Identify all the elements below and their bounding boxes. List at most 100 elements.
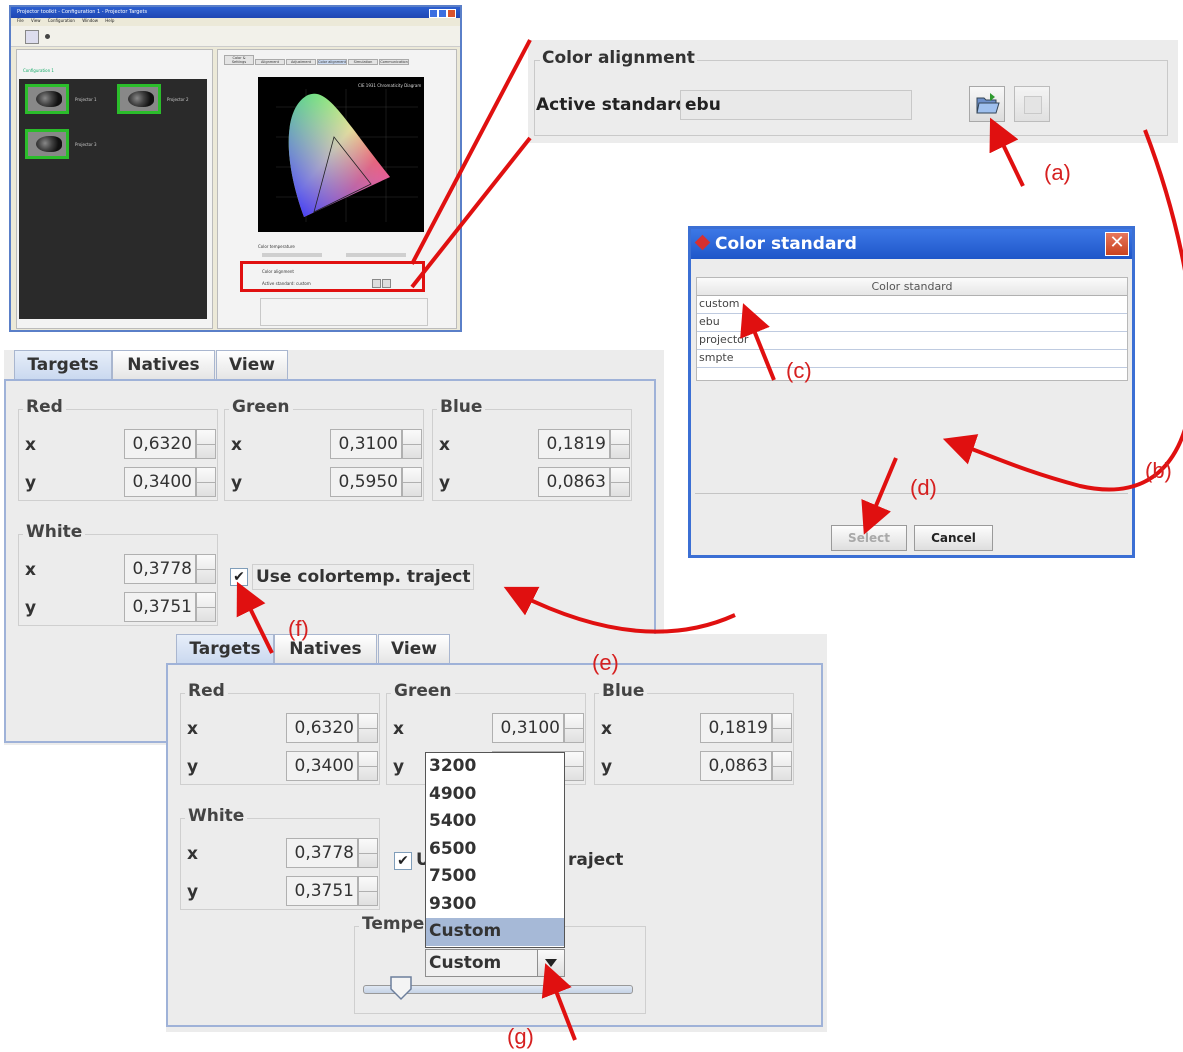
spinner-arrows-icon[interactable] <box>402 467 422 497</box>
green-x-field[interactable]: 0,3100 <box>492 713 564 743</box>
mini-control[interactable] <box>262 253 322 257</box>
chevron-down-icon[interactable] <box>537 950 564 976</box>
white-x-field[interactable]: 0,3778 <box>286 838 358 868</box>
spinner-arrows-icon[interactable] <box>402 429 422 459</box>
mini-control[interactable] <box>346 253 406 257</box>
tab-targets[interactable]: Targets <box>176 634 274 664</box>
dropdown-option[interactable]: 6500 <box>426 836 564 864</box>
red-x-spinner[interactable]: 0,6320 <box>286 713 380 743</box>
red-x-spinner[interactable]: 0,6320 <box>124 429 218 459</box>
mini-tab[interactable]: Adjustment <box>286 59 316 65</box>
x-label: x <box>393 719 404 739</box>
temperature-combobox[interactable]: Custom <box>425 949 565 977</box>
menu-window[interactable]: Window <box>82 18 98 23</box>
green-y-spinner[interactable]: 0,5950 <box>330 467 424 497</box>
mini-tab[interactable]: Communication <box>379 59 409 65</box>
close-icon[interactable]: ✕ <box>1105 232 1129 256</box>
active-standard-label: Active standard: <box>536 95 695 115</box>
tab-natives[interactable]: Natives <box>112 350 215 380</box>
spinner-arrows-icon[interactable] <box>564 751 584 781</box>
mini-tab[interactable]: Color & Settings <box>224 55 254 65</box>
spinner-arrows-icon[interactable] <box>196 467 216 497</box>
blue-y-spinner[interactable]: 0,0863 <box>700 751 794 781</box>
projector-thumb[interactable] <box>25 84 69 114</box>
spinner-arrows-icon[interactable] <box>196 429 216 459</box>
blue-x-field[interactable]: 0,1819 <box>700 713 772 743</box>
spinner-arrows-icon[interactable] <box>358 751 378 781</box>
white-x-field[interactable]: 0,3778 <box>124 554 196 584</box>
red-y-spinner[interactable]: 0,3400 <box>286 751 380 781</box>
maximize-icon[interactable] <box>438 9 447 18</box>
use-colortemp-checkbox[interactable]: ✔ <box>394 852 412 870</box>
spinner-arrows-icon[interactable] <box>772 713 792 743</box>
menu-configuration[interactable]: Configuration <box>48 18 75 23</box>
table-row[interactable]: ebu <box>697 314 1127 332</box>
use-colortemp-checkbox[interactable]: ✔ <box>230 568 248 586</box>
tab-targets[interactable]: Targets <box>14 350 112 380</box>
white-y-field[interactable]: 0,3751 <box>286 876 358 906</box>
minimize-icon[interactable] <box>429 9 438 18</box>
mini-tab[interactable]: Alignment <box>255 59 285 65</box>
annotation-label-e: (e) <box>592 650 619 675</box>
blue-y-spinner[interactable]: 0,0863 <box>538 467 632 497</box>
select-button[interactable]: Select <box>831 525 907 551</box>
dropdown-option[interactable]: 4900 <box>426 781 564 809</box>
white-x-spinner[interactable]: 0,3778 <box>124 554 218 584</box>
white-y-field[interactable]: 0,3751 <box>124 592 196 622</box>
green-y-field[interactable]: 0,5950 <box>330 467 402 497</box>
dropdown-option[interactable]: 9300 <box>426 891 564 919</box>
tab-view[interactable]: View <box>378 634 450 664</box>
dropdown-option[interactable]: 7500 <box>426 863 564 891</box>
table-row[interactable]: smpte <box>697 350 1127 368</box>
spinner-arrows-icon[interactable] <box>196 554 216 584</box>
mini-tab[interactable]: Color alignment <box>317 59 347 65</box>
table-row[interactable]: custom <box>697 296 1127 314</box>
cancel-button[interactable]: Cancel <box>914 525 993 551</box>
projector-thumb[interactable] <box>25 129 69 159</box>
blue-x-spinner[interactable]: 0,1819 <box>538 429 632 459</box>
green-x-spinner[interactable]: 0,3100 <box>492 713 586 743</box>
red-y-field[interactable]: 0,3400 <box>124 467 196 497</box>
menu-view[interactable]: View <box>31 18 41 23</box>
dropdown-option[interactable]: 5400 <box>426 808 564 836</box>
spinner-arrows-icon[interactable] <box>196 592 216 622</box>
open-standard-button[interactable] <box>969 86 1005 122</box>
projector-thumb[interactable] <box>117 84 161 114</box>
green-x-field[interactable]: 0,3100 <box>330 429 402 459</box>
color-standard-dialog: Color standard ✕ Color standard custom e… <box>688 226 1135 558</box>
tab-view[interactable]: View <box>216 350 288 380</box>
mini-tab[interactable]: Simulation <box>348 59 378 65</box>
green-x-spinner[interactable]: 0,3100 <box>330 429 424 459</box>
close-icon[interactable] <box>447 9 456 18</box>
apply-standard-button[interactable] <box>1014 86 1050 122</box>
dropdown-option[interactable]: 3200 <box>426 753 564 781</box>
dropdown-option-selected[interactable]: Custom <box>426 918 564 946</box>
spinner-arrows-icon[interactable] <box>564 713 584 743</box>
white-x-spinner[interactable]: 0,3778 <box>286 838 380 868</box>
red-y-spinner[interactable]: 0,3400 <box>124 467 218 497</box>
red-x-field[interactable]: 0,6320 <box>286 713 358 743</box>
white-y-spinner[interactable]: 0,3751 <box>124 592 218 622</box>
slider-thumb-icon[interactable] <box>389 975 415 1001</box>
projector-canvas[interactable]: Projector 1 Projector 2 Projector 3 <box>19 79 207 319</box>
spinner-arrows-icon[interactable] <box>358 713 378 743</box>
red-x-field[interactable]: 0,6320 <box>124 429 196 459</box>
white-y-spinner[interactable]: 0,3751 <box>286 876 380 906</box>
spinner-arrows-icon[interactable] <box>358 838 378 868</box>
toolbar-dot-icon[interactable] <box>45 34 50 39</box>
spinner-arrows-icon[interactable] <box>358 876 378 906</box>
blue-y-field[interactable]: 0,0863 <box>700 751 772 781</box>
blue-x-field[interactable]: 0,1819 <box>538 429 610 459</box>
toolbar-icon[interactable] <box>25 30 39 44</box>
spinner-arrows-icon[interactable] <box>772 751 792 781</box>
blue-y-field[interactable]: 0,0863 <box>538 467 610 497</box>
menu-help[interactable]: Help <box>105 18 114 23</box>
table-header[interactable]: Color standard <box>697 278 1127 296</box>
spinner-arrows-icon[interactable] <box>610 429 630 459</box>
blue-x-spinner[interactable]: 0,1819 <box>700 713 794 743</box>
red-y-field[interactable]: 0,3400 <box>286 751 358 781</box>
temperature-dropdown-list[interactable]: 3200 4900 5400 6500 7500 9300 Custom <box>425 752 565 948</box>
table-row[interactable]: projector <box>697 332 1127 350</box>
spinner-arrows-icon[interactable] <box>610 467 630 497</box>
menu-file[interactable]: File <box>17 18 24 23</box>
